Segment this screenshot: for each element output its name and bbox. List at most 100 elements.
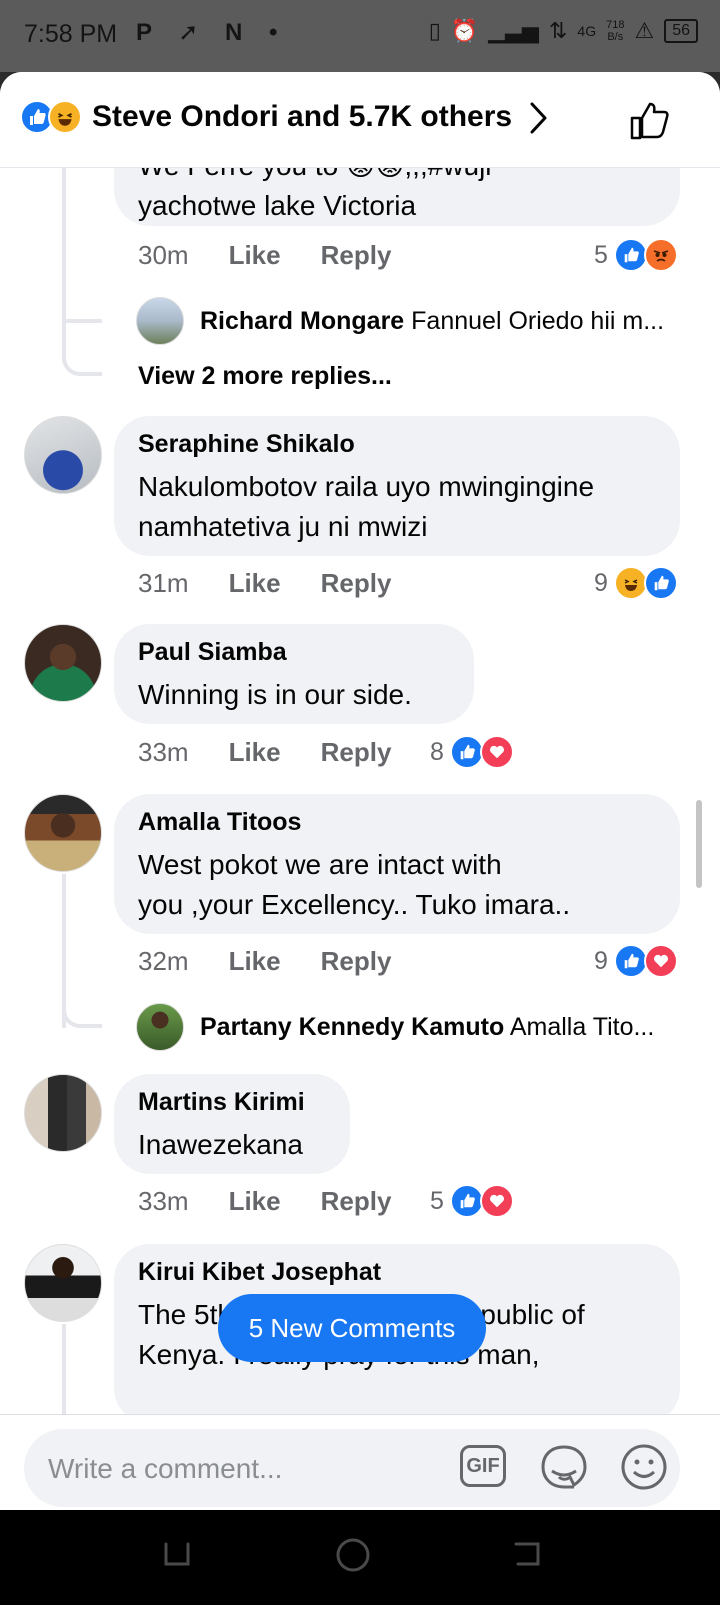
like-reaction-icon xyxy=(613,944,648,978)
comment-list[interactable]: We Ferre you to 😡😡,,,#wuji yachotwe lake… xyxy=(0,72,720,1414)
reaction-count: 5 xyxy=(430,1186,444,1215)
data-arrows-icon: ⇅ xyxy=(548,18,568,43)
like-reaction-icon xyxy=(643,566,678,600)
battery-level: 56 xyxy=(664,19,698,43)
thumbs-up-icon[interactable] xyxy=(628,98,672,142)
thread-branch xyxy=(62,982,102,1028)
reaction-summary[interactable]: 5 xyxy=(594,238,678,272)
comment-author[interactable]: Amalla Titoos xyxy=(138,808,656,837)
comment-text: West pokot we are intact with xyxy=(138,849,502,880)
reply-button[interactable]: Reply xyxy=(321,737,392,768)
comment-text: Inawezekana xyxy=(138,1129,304,1160)
comment-bubble[interactable]: Martins Kirimi Inawezekana xyxy=(114,1074,350,1174)
navigation-bar xyxy=(0,1510,720,1605)
haha-reaction-icon xyxy=(48,100,82,134)
comment-actions: 30m Like Reply xyxy=(138,240,391,271)
comment-text: Nakulombotov raila uyo mwingingine xyxy=(138,471,595,502)
angry-reaction-icon xyxy=(643,238,678,272)
comment-actions: 31m Like Reply xyxy=(138,568,391,599)
reaction-summary[interactable]: 5 xyxy=(430,1184,514,1218)
like-reaction-icon xyxy=(613,238,648,272)
like-reaction-icon xyxy=(449,735,484,769)
reaction-count: 9 xyxy=(594,568,608,597)
avatar[interactable] xyxy=(24,1074,102,1152)
reactions-title[interactable]: Steve Ondori and 5.7K others xyxy=(92,100,512,134)
thread-line xyxy=(62,168,66,302)
reaction-summary[interactable]: 9 xyxy=(594,944,678,978)
reaction-summary[interactable]: 8 xyxy=(430,735,514,769)
sticker-icon[interactable] xyxy=(538,1441,590,1493)
view-more-replies[interactable]: View 2 more replies... xyxy=(138,362,392,391)
reply-preview[interactable]: Richard Mongare Fannuel Oriedo hii m... xyxy=(200,307,664,336)
comment-timestamp: 33m xyxy=(138,737,189,767)
love-reaction-icon xyxy=(643,944,678,978)
comment-bubble[interactable]: Amalla Titoos West pokot we are intact w… xyxy=(114,794,680,934)
reply-button[interactable]: Reply xyxy=(321,946,392,977)
reactions-header[interactable]: Steve Ondori and 5.7K others xyxy=(0,72,720,168)
comment-timestamp: 30m xyxy=(138,240,189,270)
thread-branch xyxy=(62,300,102,323)
comment-author[interactable]: Paul Siamba xyxy=(138,638,450,667)
notification-icons: P ➚ N • xyxy=(136,19,288,46)
comment-placeholder: Write a comment... xyxy=(48,1453,283,1484)
status-bar: 7:58 PM P ➚ N • ▯ ⏰ ▁▃▅ ⇅ 4G 718 B/s ⚠ 5… xyxy=(0,0,720,72)
comment-author[interactable]: Seraphine Shikalo xyxy=(138,430,656,459)
avatar[interactable] xyxy=(24,416,102,494)
avatar[interactable] xyxy=(24,794,102,872)
status-time: 7:58 PM xyxy=(24,20,118,48)
like-button[interactable]: Like xyxy=(229,1186,281,1217)
comment-text: namhatetiva ju ni mwizi xyxy=(138,511,428,542)
header-reactions xyxy=(20,100,82,134)
like-button[interactable]: Like xyxy=(229,737,281,768)
gif-button[interactable]: GIF xyxy=(460,1445,506,1487)
reply-text: Fannuel Oriedo hii m... xyxy=(411,307,665,335)
comment-bubble[interactable]: Paul Siamba Winning is in our side. xyxy=(114,624,474,724)
avatar[interactable] xyxy=(24,624,102,702)
scrollbar[interactable] xyxy=(696,800,702,888)
comment-text: you ,your Excellency.. Tuko imara.. xyxy=(138,889,571,920)
reply-button[interactable]: Reply xyxy=(321,1186,392,1217)
comment-author[interactable]: Kirui Kibet Josephat xyxy=(138,1258,656,1287)
love-reaction-icon xyxy=(479,1184,514,1218)
reaction-count: 9 xyxy=(594,946,608,975)
recent-apps-icon[interactable] xyxy=(158,1536,194,1572)
reaction-summary[interactable]: 9 xyxy=(594,566,678,600)
like-reaction-icon xyxy=(449,1184,484,1218)
emoji-icon[interactable] xyxy=(618,1441,670,1493)
reply-button[interactable]: Reply xyxy=(321,568,392,599)
comment-text: yachotwe lake Victoria xyxy=(138,190,417,221)
comment-author[interactable]: Martins Kirimi xyxy=(138,1088,326,1117)
comment-timestamp: 32m xyxy=(138,946,189,976)
vibrate-icon: ▯ xyxy=(428,18,441,43)
chevron-right-icon[interactable] xyxy=(526,100,550,136)
net-speed: 718 B/s xyxy=(606,19,624,43)
network-type: 4G xyxy=(577,23,597,39)
avatar[interactable] xyxy=(24,1244,102,1322)
net-speed-unit: B/s xyxy=(607,31,624,43)
status-icons: ▯ ⏰ ▁▃▅ ⇅ 4G 718 B/s ⚠ 56 xyxy=(429,18,698,44)
comment-bubble[interactable]: Seraphine Shikalo Nakulombotov raila uyo… xyxy=(114,416,680,556)
comment-actions: 32m Like Reply xyxy=(138,946,391,977)
like-button[interactable]: Like xyxy=(229,240,281,271)
alarm-icon: ⏰ xyxy=(450,18,479,43)
home-icon[interactable] xyxy=(334,1536,372,1574)
warning-icon: ⚠ xyxy=(634,18,655,43)
reaction-count: 5 xyxy=(594,240,608,269)
comment-actions: 33m Like Reply xyxy=(138,737,391,768)
reaction-count: 8 xyxy=(430,737,444,766)
like-button[interactable]: Like xyxy=(229,946,281,977)
reply-preview[interactable]: Partany Kennedy Kamuto Amalla Tito... xyxy=(200,1013,654,1042)
new-comments-button[interactable]: 5 New Comments xyxy=(218,1294,486,1362)
avatar[interactable] xyxy=(136,1003,184,1051)
thread-line xyxy=(62,1324,66,1414)
reply-button[interactable]: Reply xyxy=(321,240,392,271)
like-button[interactable]: Like xyxy=(229,568,281,599)
reply-text: Amalla Tito... xyxy=(509,1013,655,1041)
back-icon[interactable] xyxy=(510,1536,546,1572)
signal-icon: ▁▃▅ xyxy=(488,18,539,43)
comment-input[interactable]: Write a comment... GIF xyxy=(24,1429,680,1507)
haha-reaction-icon xyxy=(613,566,648,600)
reply-author: Partany Kennedy Kamuto xyxy=(200,1013,505,1041)
composer-bar: Write a comment... GIF xyxy=(0,1414,720,1510)
avatar[interactable] xyxy=(136,297,184,345)
